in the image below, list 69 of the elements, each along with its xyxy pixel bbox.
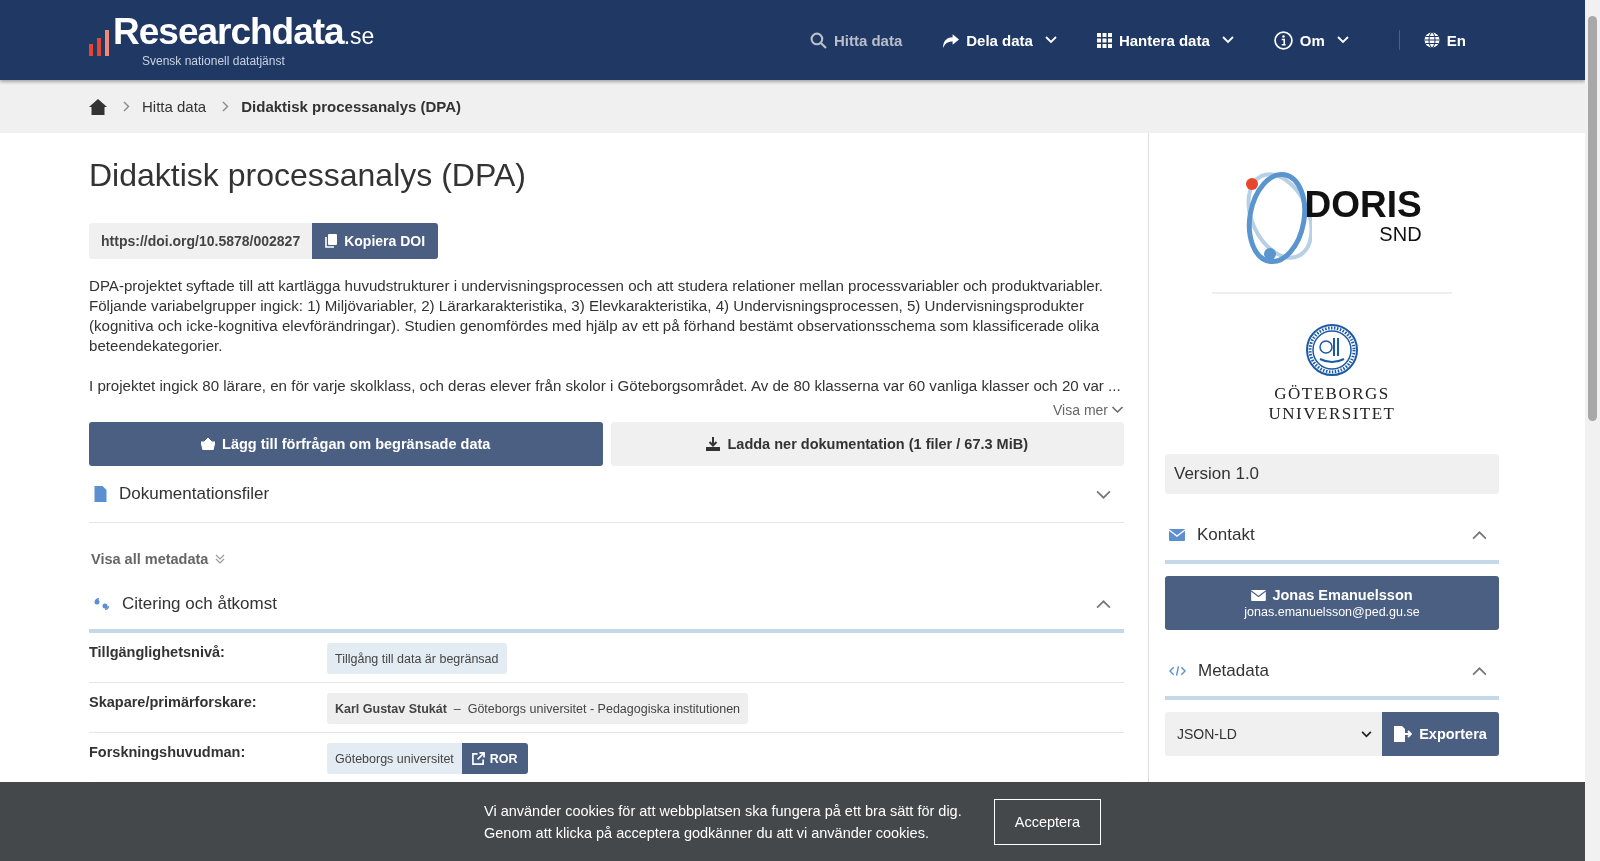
document-icon (94, 486, 107, 502)
chevron-down-icon (1111, 406, 1124, 414)
show-more-link[interactable]: Visa mer (1053, 402, 1124, 418)
access-level-tag: Tillgång till data är begränsad (327, 643, 507, 674)
cookie-notice-text: Genom att klicka på acceptera godkänner du att vi använder cookies. (484, 824, 930, 841)
accept-button[interactable]: Acceptera (993, 798, 1101, 845)
organization-tag: Göteborgs universitet (327, 743, 462, 774)
download-icon (706, 437, 721, 451)
bar-chart-icon (89, 30, 111, 56)
globe-icon (1423, 32, 1440, 48)
section-header[interactable]: Kontakt (1165, 510, 1499, 564)
university-logo-text: GÖTEBORGS (1274, 384, 1390, 404)
chevron-up-icon (1096, 599, 1111, 609)
section-header[interactable]: Dokumentationsfiler (89, 466, 1124, 523)
chevron-up-icon (1472, 530, 1487, 540)
copy-icon (325, 234, 338, 248)
contact-button[interactable]: Jonas Emanuelsson jonas.emanuelsson@ped.gu.se (1165, 576, 1499, 630)
breadcrumb-current: Didaktisk processanalys (DPA) (241, 98, 462, 115)
show-all-metadata-link[interactable]: Visa all metadata (91, 551, 1124, 567)
section-header[interactable]: Citering och åtkomst (89, 579, 1124, 633)
home-icon[interactable] (89, 98, 107, 115)
envelope-icon (1251, 589, 1267, 601)
field-label: Tillgänglighetsnivå: (89, 643, 226, 662)
chevron-up-icon (1472, 666, 1487, 676)
chevron-down-icon (1361, 730, 1372, 738)
creator-tag: Karl Gustav Stukát – Göteborgs universitet - Pedagogiska institutionen (327, 693, 749, 724)
code-icon (1169, 665, 1186, 677)
search-icon (809, 31, 827, 49)
export-button[interactable]: Exportera (1382, 712, 1499, 756)
nav-link[interactable]: Dela data (942, 31, 1057, 49)
description-paragraph: DPA-projektet syftade till att kartlägga huvudstrukturer i undervisningsprocessen och att studera relationer mellan processvariabler och produktvariabler. Följande variabelgrupper ingick: 1) Miljövariabler, 2) Lärarkarakteristika, 3) Elevkarakteristika, 4) Undervisningsprocessen, 5) Undervisningsprodukter (kognitiva och icke-kognitiva elevförändringar). Studien genomfördes med hjälp av ett på förhand bestämt observationsschema som klassificerade olika beteendekategorier. (89, 276, 1105, 356)
external-link-icon (471, 752, 485, 765)
version-label: Version 1.0 (1165, 454, 1499, 494)
chevron-down-icon (1336, 36, 1349, 44)
info-icon (1273, 30, 1293, 50)
envelope-icon (1169, 529, 1185, 541)
cookie-notice-text: Vi använder cookies för att webbplatsen ska fungera på ett bra sätt för dig. (484, 802, 962, 819)
double-chevron-icon (215, 554, 226, 564)
chevron-right-icon (222, 101, 230, 112)
chevron-down-icon (1221, 36, 1234, 44)
nav-link[interactable]: Hantera data (1096, 31, 1234, 49)
language-link[interactable]: En (1423, 31, 1466, 49)
field-label: Forskningshuvudman: (89, 743, 247, 762)
scrollbar[interactable] (1585, 0, 1600, 861)
breadcrumb-link[interactable]: Hitta data (142, 98, 207, 115)
grid-icon (1096, 32, 1112, 48)
section-header[interactable]: Metadata (1165, 646, 1499, 700)
description-paragraph: I projektet ingick 80 lärare, en för varje skolklass, och deras elever från skolor i Göteborgsområdet. Av de 80 klasserna var 60 vanliga klasser och 20 var ... (89, 376, 1122, 396)
site-tagline: Svensk nationell datatjänst (142, 54, 286, 68)
chevron-down-icon (1096, 489, 1111, 499)
nav-link[interactable]: Hitta data (809, 31, 903, 49)
format-select[interactable]: JSON-LD (1165, 712, 1382, 756)
snd-logo-text: SND (1379, 223, 1422, 245)
ror-link-button[interactable]: ROR (461, 743, 528, 774)
site-logo[interactable]: Researchdata.se (113, 12, 375, 56)
field-label: Skapare/primärforskare: (89, 693, 258, 712)
nav-link[interactable]: Om (1273, 30, 1349, 50)
university-seal-icon (1306, 324, 1358, 376)
page-title: Didaktisk processanalys (DPA) (89, 157, 527, 194)
basket-icon (201, 438, 216, 450)
doris-logo-text: DORIS (1304, 187, 1422, 223)
doi-link[interactable]: https://doi.org/10.5878/002827 (89, 223, 313, 259)
university-logo-text: UNIVERSITET (1268, 404, 1396, 424)
chevron-right-icon (123, 101, 130, 112)
download-button[interactable]: Ladda ner dokumentation (1 filer / 67.3 MiB) (610, 422, 1124, 466)
copy-doi-button[interactable]: Kopiera DOI (312, 223, 439, 259)
file-export-icon (1394, 726, 1413, 742)
request-data-button[interactable]: Lägg till förfrågan om begränsade data (89, 422, 603, 466)
chevron-down-icon (1044, 36, 1057, 44)
